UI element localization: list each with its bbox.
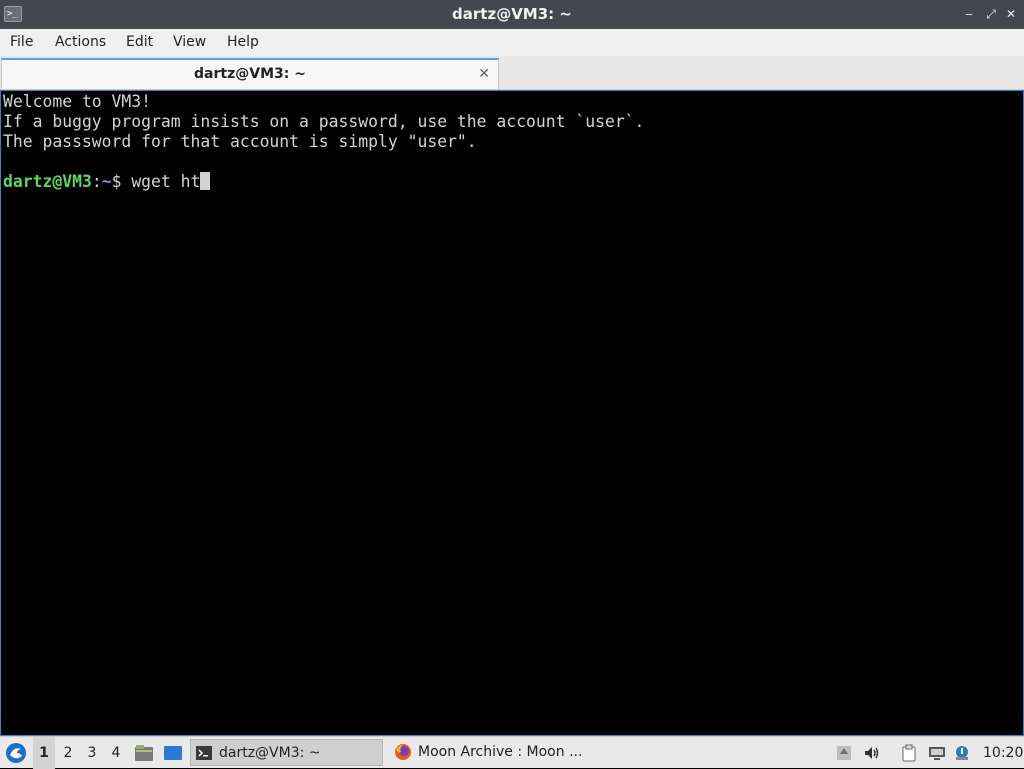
prompt-path: ~	[101, 172, 112, 191]
typed-command: wget ht	[131, 172, 201, 191]
text-cursor	[200, 172, 211, 190]
notification-icon[interactable]	[953, 744, 971, 762]
updates-icon[interactable]	[835, 744, 853, 762]
tab-bar: dartz@VM3: ~ ✕	[0, 56, 1024, 90]
workspace-3[interactable]: 3	[81, 737, 103, 769]
terminal-icon	[196, 746, 212, 760]
menubar: File Actions Edit View Help	[0, 29, 1024, 56]
minimize-icon[interactable]: ‒	[961, 6, 977, 22]
taskbar: 1 2 3 4 dartz@VM3: ~ Moon Archive : Moon…	[0, 736, 1024, 769]
prompt-user-host: dartz@VM3	[3, 172, 92, 191]
tab-label: dartz@VM3: ~	[194, 66, 306, 82]
terminal-line: Welcome to VM3!	[3, 92, 152, 111]
workspace-4[interactable]: 4	[105, 737, 127, 769]
task-terminal[interactable]: dartz@VM3: ~	[190, 739, 383, 766]
menu-edit[interactable]: Edit	[126, 29, 153, 56]
desktop-icon[interactable]	[163, 744, 183, 762]
firefox-icon	[395, 744, 411, 760]
task-firefox[interactable]: Moon Archive : Moon ...	[390, 739, 590, 766]
menu-file[interactable]: File	[10, 29, 33, 56]
clipboard-icon[interactable]	[900, 744, 918, 762]
start-menu-icon[interactable]	[5, 742, 27, 764]
task-label: Moon Archive : Moon ...	[418, 744, 583, 760]
workspace-1[interactable]: 1	[33, 737, 55, 769]
task-label: dartz@VM3: ~	[219, 745, 321, 761]
close-icon[interactable]: ✕	[1003, 6, 1019, 22]
prompt-symbol: $	[111, 172, 132, 191]
network-icon[interactable]	[928, 744, 946, 762]
file-manager-icon[interactable]	[134, 744, 154, 762]
prompt-separator: :	[91, 172, 102, 191]
tab-terminal[interactable]: dartz@VM3: ~ ✕	[1, 58, 499, 89]
tab-close-icon[interactable]: ✕	[478, 64, 490, 84]
volume-icon[interactable]	[863, 744, 881, 762]
terminal-output[interactable]: Welcome to VM3! If a buggy program insis…	[0, 90, 1024, 736]
maximize-icon[interactable]: ⤢	[983, 6, 999, 22]
menu-view[interactable]: View	[173, 29, 206, 56]
menu-actions[interactable]: Actions	[55, 29, 106, 56]
terminal-line: The passsword for that account is simply…	[3, 132, 477, 151]
clock[interactable]: 10:20	[983, 737, 1023, 769]
menu-help[interactable]: Help	[227, 29, 259, 56]
prompt-line[interactable]: dartz@VM3:~$ wget ht	[3, 172, 211, 192]
window-title: dartz@VM3: ~	[452, 5, 572, 23]
workspace-2[interactable]: 2	[57, 737, 79, 769]
window-titlebar[interactable]: >_ dartz@VM3: ~ ‒ ⤢ ✕	[0, 0, 1024, 29]
terminal-line: If a buggy program insists on a password…	[3, 112, 645, 131]
